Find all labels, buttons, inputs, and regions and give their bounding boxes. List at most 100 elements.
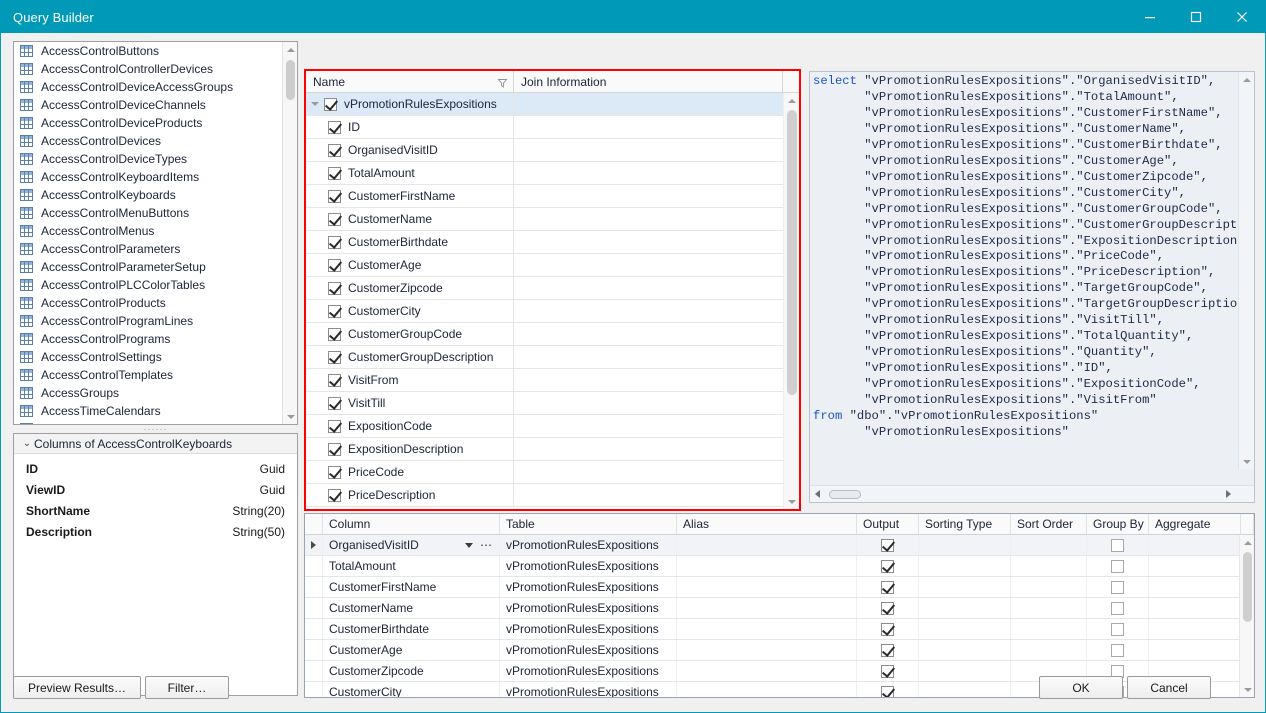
- group-by-checkbox[interactable]: [1111, 560, 1124, 573]
- tree-join-cell[interactable]: [514, 162, 783, 184]
- cell-table[interactable]: vPromotionRulesExpositions: [500, 619, 677, 639]
- left-splitter[interactable]: ······: [13, 425, 298, 433]
- table-list-item[interactable]: AccessControlDeviceChannels: [14, 96, 297, 114]
- expand-collapse-icon[interactable]: [306, 102, 324, 106]
- cell-column[interactable]: CustomerAge: [323, 640, 500, 660]
- tree-field-row[interactable]: CustomerBirthdate: [306, 231, 783, 254]
- tree-join-cell[interactable]: [514, 323, 783, 345]
- table-row[interactable]: CustomerNamevPromotionRulesExpositions: [305, 598, 1239, 619]
- output-checkbox[interactable]: [881, 644, 894, 657]
- output-checkbox[interactable]: [881, 539, 894, 552]
- field-checkbox[interactable]: [328, 489, 341, 502]
- cell-sort-order[interactable]: [1011, 556, 1087, 576]
- sql-horizontal-scrollbar[interactable]: [810, 485, 1254, 502]
- tree-field-row[interactable]: ExpositionCode: [306, 415, 783, 438]
- table-list-item[interactable]: AccessControlPLCColorTables: [14, 276, 297, 294]
- cell-group-by[interactable]: [1087, 598, 1149, 618]
- field-checkbox[interactable]: [328, 282, 341, 295]
- grid-header-aggregate[interactable]: Aggregate: [1149, 514, 1241, 534]
- tree-field-row[interactable]: TotalAmount: [306, 162, 783, 185]
- tree-join-cell[interactable]: [514, 438, 783, 460]
- table-list-item[interactable]: AccessControlDeviceAccessGroups: [14, 78, 297, 96]
- tree-join-cell[interactable]: [514, 415, 783, 437]
- sql-hscroll-thumb[interactable]: [829, 490, 861, 499]
- tree-field-row[interactable]: CustomerFirstName: [306, 185, 783, 208]
- preview-results-button[interactable]: Preview Results…: [13, 676, 141, 699]
- tree-scroll-down-arrow[interactable]: [784, 494, 799, 509]
- table-list-item[interactable]: AccessControlSettings: [14, 348, 297, 366]
- field-checkbox[interactable]: [328, 190, 341, 203]
- cell-group-by[interactable]: [1087, 640, 1149, 660]
- table-row[interactable]: CustomerFirstNamevPromotionRulesExpositi…: [305, 577, 1239, 598]
- tree-join-cell[interactable]: [514, 277, 783, 299]
- tree-join-cell[interactable]: [514, 392, 783, 414]
- cell-aggregate[interactable]: [1149, 535, 1241, 555]
- cell-sort-order[interactable]: [1011, 640, 1087, 660]
- cell-table[interactable]: vPromotionRulesExpositions: [500, 640, 677, 660]
- cell-column[interactable]: OrganisedVisitID⋯: [323, 535, 500, 555]
- scroll-thumb[interactable]: [286, 60, 295, 100]
- group-by-checkbox[interactable]: [1111, 602, 1124, 615]
- cell-sort-order[interactable]: [1011, 598, 1087, 618]
- close-button[interactable]: [1219, 1, 1265, 33]
- field-checkbox[interactable]: [328, 144, 341, 157]
- field-checkbox[interactable]: [328, 236, 341, 249]
- cell-column[interactable]: CustomerFirstName: [323, 577, 500, 597]
- field-checkbox[interactable]: [328, 397, 341, 410]
- cell-aggregate[interactable]: [1149, 640, 1241, 660]
- tree-field-row[interactable]: OrganisedVisitID: [306, 139, 783, 162]
- chevron-down-icon[interactable]: [465, 543, 473, 548]
- tree-root-row[interactable]: vPromotionRulesExpositions: [306, 93, 783, 116]
- filter-icon[interactable]: [498, 77, 507, 91]
- tree-field-row[interactable]: CustomerZipcode: [306, 277, 783, 300]
- cell-output[interactable]: [857, 640, 919, 660]
- cell-column[interactable]: TotalAmount: [323, 556, 500, 576]
- table-list[interactable]: AccessControlButtonsAccessControlControl…: [13, 41, 298, 425]
- table-list-item[interactable]: AccessControlTemplates: [14, 366, 297, 384]
- tree-field-row[interactable]: CustomerAge: [306, 254, 783, 277]
- columns-panel-header[interactable]: ⌄ Columns of AccessControlKeyboards: [14, 434, 297, 454]
- field-checkbox[interactable]: [328, 374, 341, 387]
- cell-sorting-type[interactable]: [919, 619, 1011, 639]
- cell-alias[interactable]: [677, 598, 857, 618]
- tree-scroll-up-arrow[interactable]: [784, 93, 799, 108]
- tree-join-cell[interactable]: [514, 208, 783, 230]
- tree-field-row[interactable]: PriceDescription: [306, 484, 783, 507]
- cell-table[interactable]: vPromotionRulesExpositions: [500, 535, 677, 555]
- table-list-item[interactable]: AccessTimeLines: [14, 420, 297, 425]
- table-list-item[interactable]: AccessControlProgramLines: [14, 312, 297, 330]
- field-checkbox[interactable]: [328, 328, 341, 341]
- sql-scroll-left-arrow[interactable]: [810, 490, 825, 498]
- output-checkbox[interactable]: [881, 602, 894, 615]
- group-by-checkbox[interactable]: [1111, 644, 1124, 657]
- table-list-item[interactable]: AccessControlParameterSetup: [14, 258, 297, 276]
- tree-join-cell[interactable]: [514, 369, 783, 391]
- field-checkbox[interactable]: [328, 121, 341, 134]
- field-checkbox[interactable]: [328, 420, 341, 433]
- table-list-item[interactable]: AccessControlMenuButtons: [14, 204, 297, 222]
- cell-sort-order[interactable]: [1011, 619, 1087, 639]
- grid-scroll-thumb[interactable]: [1243, 552, 1252, 622]
- cell-sorting-type[interactable]: [919, 598, 1011, 618]
- group-by-checkbox[interactable]: [1111, 539, 1124, 552]
- cell-sort-order[interactable]: [1011, 535, 1087, 555]
- tree-join-cell[interactable]: [514, 185, 783, 207]
- table-row[interactable]: CustomerBirthdatevPromotionRulesExpositi…: [305, 619, 1239, 640]
- table-list-item[interactable]: AccessControlButtons: [14, 42, 297, 60]
- cell-alias[interactable]: [677, 535, 857, 555]
- tree-header-name[interactable]: Name: [306, 71, 514, 92]
- cell-sorting-type[interactable]: [919, 640, 1011, 660]
- table-list-item[interactable]: AccessControlDeviceTypes: [14, 150, 297, 168]
- grid-header-group-by[interactable]: Group By: [1087, 514, 1149, 534]
- tree-field-row[interactable]: CustomerCity: [306, 300, 783, 323]
- sql-preview-panel[interactable]: select "vPromotionRulesExpositions"."Org…: [809, 71, 1255, 503]
- table-list-item[interactable]: AccessControlMenus: [14, 222, 297, 240]
- cell-alias[interactable]: [677, 640, 857, 660]
- scroll-up-arrow[interactable]: [283, 42, 298, 57]
- cell-output[interactable]: [857, 619, 919, 639]
- group-by-checkbox[interactable]: [1111, 581, 1124, 594]
- cell-alias[interactable]: [677, 556, 857, 576]
- cell-output[interactable]: [857, 577, 919, 597]
- cell-output[interactable]: [857, 535, 919, 555]
- group-by-checkbox[interactable]: [1111, 623, 1124, 636]
